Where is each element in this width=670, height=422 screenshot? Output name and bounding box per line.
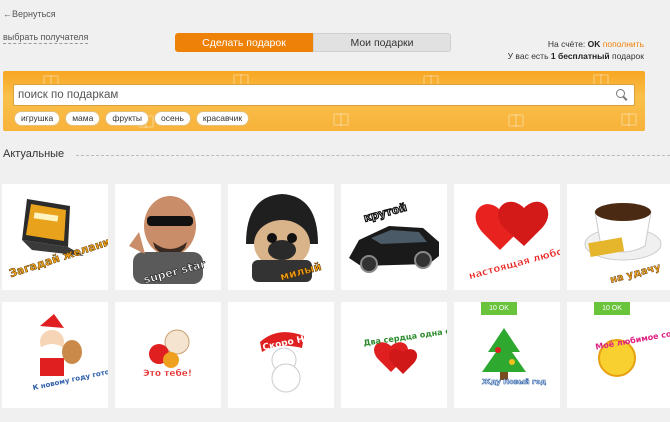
free-gift-line: У вас есть 1 бесплатный подарок bbox=[444, 50, 644, 62]
search-tags: игрушка мама фрукты осень красавчик bbox=[14, 111, 250, 126]
search-icon[interactable] bbox=[613, 86, 631, 104]
gift-card-pug[interactable]: милый bbox=[228, 184, 334, 290]
tag-mom[interactable]: мама bbox=[65, 111, 101, 126]
tag-toy[interactable]: игрушка bbox=[14, 111, 61, 126]
gift-caption-coffee: на удачу bbox=[609, 262, 662, 286]
laptop-sticker-icon: Загадай желание bbox=[7, 199, 108, 280]
balance-value: OK bbox=[587, 39, 601, 49]
santa-sticker-icon: К новому году готов bbox=[32, 314, 108, 392]
sun-sticker-icon: Моё любимое солнышко bbox=[595, 322, 670, 377]
section-divider bbox=[76, 155, 670, 156]
gift-card-sun[interactable]: 10 OK Моё любимое солнышко bbox=[567, 302, 670, 408]
tree-sticker-icon: Жду Новый год bbox=[482, 328, 547, 386]
gift-caption-hearts: настоящая любовь bbox=[467, 242, 560, 282]
heart-text-sticker-icon: Два сердца одна судьба bbox=[363, 322, 447, 374]
gift-card-hen[interactable]: Это тебе! bbox=[115, 302, 221, 408]
gift-card-man[interactable]: super star bbox=[115, 184, 221, 290]
gift-card-snowman[interactable]: Скоро Новый год bbox=[228, 302, 334, 408]
man-sticker-icon: super star bbox=[129, 196, 208, 287]
tag-handsome[interactable]: красавчик bbox=[195, 111, 250, 126]
back-link[interactable]: ←Вернуться bbox=[3, 9, 56, 19]
gift-card-hearts[interactable]: настоящая любовь bbox=[454, 184, 560, 290]
free-gift-count: 1 бесплатный bbox=[550, 51, 610, 61]
gift-card-tree[interactable]: 10 OK Жду Новый год bbox=[454, 302, 560, 408]
search-input[interactable] bbox=[14, 86, 613, 104]
gift-card-car[interactable]: крутой bbox=[341, 184, 447, 290]
coffee-sticker-icon: на удачу bbox=[584, 203, 663, 286]
free-gift-prefix: У вас есть bbox=[507, 51, 549, 61]
topup-link[interactable]: пополнить bbox=[603, 39, 644, 49]
snowman-sticker-icon: Скоро Новый год bbox=[260, 325, 334, 393]
gift-grid: Загадай желание super star милый крутой bbox=[2, 184, 670, 408]
gift-caption-car: крутой bbox=[362, 201, 408, 225]
pug-sticker-icon: милый bbox=[246, 194, 323, 284]
gift-card-heart-text[interactable]: Два сердца одна судьба bbox=[341, 302, 447, 408]
tab-my-gifts[interactable]: Мои подарки bbox=[313, 33, 451, 52]
hen-sticker-icon: Это тебе! bbox=[143, 329, 192, 379]
gift-card-laptop[interactable]: Загадай желание bbox=[2, 184, 108, 290]
balance-line: На счёте: OK пополнить bbox=[444, 38, 644, 50]
gift-tabs: Сделать подарок Мои подарки bbox=[175, 33, 451, 52]
gift-card-santa[interactable]: К новому году готов bbox=[2, 302, 108, 408]
car-sticker-icon: крутой bbox=[349, 200, 439, 273]
section-title: Актуальные bbox=[3, 148, 65, 160]
search-box bbox=[13, 84, 635, 106]
tag-fruits[interactable]: фрукты bbox=[105, 111, 150, 126]
account-info: На счёте: OK пополнить У вас есть 1 бесп… bbox=[444, 38, 644, 62]
free-gift-suffix: подарок bbox=[611, 51, 644, 61]
search-banner: игрушка мама фрукты осень красавчик bbox=[3, 71, 645, 131]
choose-recipient-link[interactable]: выбрать получателя bbox=[3, 32, 89, 44]
balance-prefix: На счёте: bbox=[547, 39, 586, 49]
hearts-sticker-icon: настоящая любовь bbox=[467, 201, 560, 282]
gift-caption-hen: Это тебе! bbox=[143, 368, 192, 379]
tag-autumn[interactable]: осень bbox=[154, 111, 191, 126]
gift-caption-tree: Жду Новый год bbox=[482, 378, 546, 386]
gift-card-coffee[interactable]: на удачу bbox=[567, 184, 670, 290]
tab-make-gift[interactable]: Сделать подарок bbox=[175, 33, 313, 52]
